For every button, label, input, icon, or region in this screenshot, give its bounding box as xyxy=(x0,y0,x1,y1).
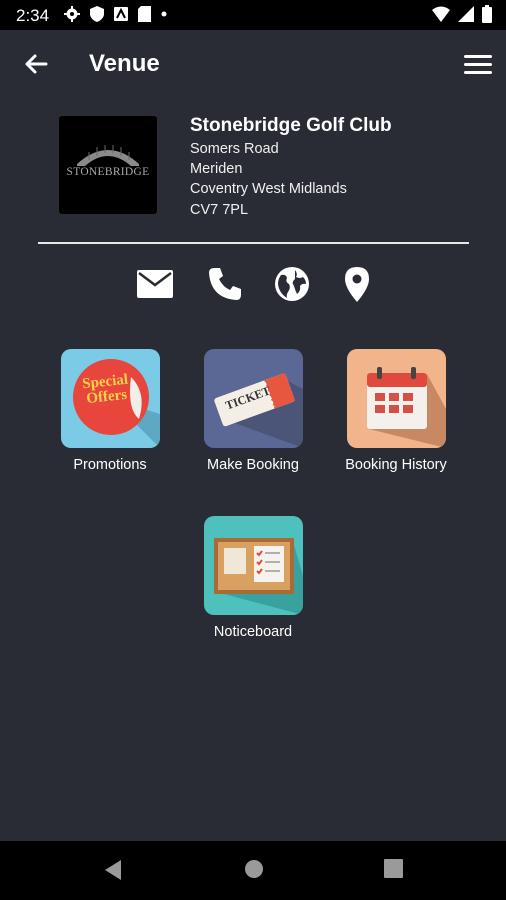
calendar-icon xyxy=(346,349,446,448)
arrow-left-icon[interactable] xyxy=(20,48,52,80)
special-offers-text: Special Offers xyxy=(81,371,129,408)
signal-icon xyxy=(458,6,474,22)
ticket-icon: TICKET xyxy=(203,349,303,448)
envelope-icon[interactable] xyxy=(136,265,174,303)
dot-icon xyxy=(161,11,167,17)
bridge-logo-graphic xyxy=(77,145,139,166)
promotions-tile[interactable]: Special Offers Promotions xyxy=(39,349,181,473)
noticeboard-icon xyxy=(203,516,303,615)
make-booking-tile[interactable]: TICKET Make Booking xyxy=(182,349,324,473)
address-line-2: Meriden xyxy=(190,161,243,177)
logo-text: STONEBRIDGE xyxy=(66,166,150,178)
divider xyxy=(38,242,469,244)
nav-back-icon[interactable] xyxy=(103,859,123,881)
booking-history-label: Booking History xyxy=(345,457,447,473)
venue-logo: STONEBRIDGE xyxy=(59,116,157,214)
noticeboard-label: Noticeboard xyxy=(213,624,293,640)
address-line-1: Somers Road xyxy=(190,141,279,157)
promotions-label: Promotions xyxy=(73,457,147,473)
map-pin-icon[interactable] xyxy=(338,265,376,303)
phone-icon[interactable] xyxy=(206,265,244,303)
venue-name: Stonebridge Golf Club xyxy=(190,115,392,136)
booking-history-tile[interactable]: Booking History xyxy=(325,349,467,473)
address-line-3: Coventry West Midlands xyxy=(190,181,347,197)
address-line-4: CV7 7PL xyxy=(190,202,249,218)
settings-icon xyxy=(64,6,80,22)
shield-icon xyxy=(90,6,104,22)
wifi-icon xyxy=(432,6,450,22)
sd-card-icon xyxy=(138,6,151,22)
nav-home-icon[interactable] xyxy=(244,859,264,879)
special-offers-icon: Special Offers xyxy=(60,349,160,448)
page-title: Venue xyxy=(89,50,160,77)
sim-icon xyxy=(114,7,128,21)
battery-icon xyxy=(482,5,492,23)
status-time: 2:34 xyxy=(16,6,50,25)
status-bar: 2:34 xyxy=(0,0,506,30)
nav-recents-icon[interactable] xyxy=(384,859,403,878)
app-bar: Venue xyxy=(0,30,506,102)
system-nav-bar xyxy=(0,841,506,900)
hamburger-menu-icon[interactable] xyxy=(460,46,496,82)
make-booking-label: Make Booking xyxy=(207,457,299,473)
noticeboard-tile[interactable]: Noticeboard xyxy=(182,516,324,640)
globe-icon[interactable] xyxy=(273,265,311,303)
